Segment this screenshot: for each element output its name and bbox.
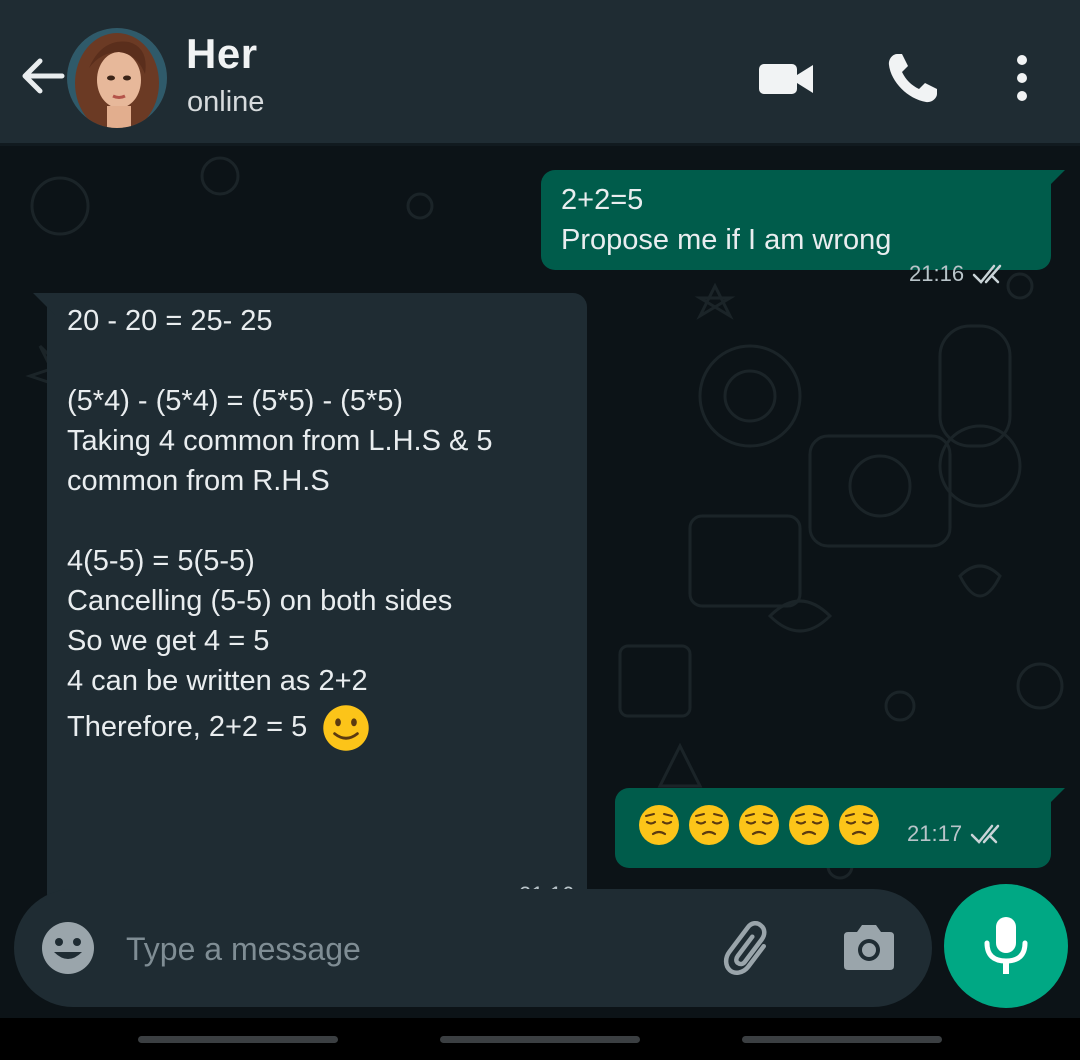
nav-handle[interactable] bbox=[440, 1036, 640, 1043]
nav-handle[interactable] bbox=[138, 1036, 338, 1043]
message-line: So we get 4 = 5 bbox=[67, 625, 270, 657]
pensive-face-icon bbox=[689, 805, 729, 845]
voice-call-icon[interactable] bbox=[883, 48, 943, 108]
message-line: common from R.H.S bbox=[67, 465, 330, 497]
message-line: Therefore, 2+2 = 5 bbox=[67, 711, 308, 743]
read-receipt-icon bbox=[970, 824, 1000, 844]
nav-handle[interactable] bbox=[742, 1036, 942, 1043]
back-arrow-icon[interactable] bbox=[18, 52, 66, 100]
more-options-icon[interactable] bbox=[992, 48, 1052, 108]
message-line: Taking 4 common from L.H.S & 5 bbox=[67, 425, 493, 457]
incoming-message[interactable]: 20 - 20 = 25- 25 (5*4) - (5*4) = (5*5) -… bbox=[33, 293, 587, 908]
attachment-icon[interactable] bbox=[720, 918, 782, 980]
system-navigation-bar bbox=[0, 1018, 1080, 1060]
message-line-blank bbox=[67, 501, 493, 541]
message-meta: 21:16 bbox=[909, 254, 1012, 294]
bubble-tail bbox=[1043, 170, 1065, 192]
microphone-icon bbox=[984, 917, 1028, 974]
chat-area[interactable]: 2+2=5 Propose me if I am wrong 21:16 20 … bbox=[0, 146, 1080, 1018]
message-text: 2+2=5 bbox=[561, 184, 644, 216]
pensive-face-icon bbox=[639, 805, 679, 845]
message-body: 20 - 20 = 25- 25 (5*4) - (5*4) = (5*5) -… bbox=[67, 301, 493, 753]
contact-name[interactable]: Her bbox=[186, 30, 258, 78]
message-meta: 21:17 bbox=[907, 814, 1010, 854]
message-line-blank bbox=[67, 341, 493, 381]
message-line: (5*4) - (5*4) = (5*5) - (5*5) bbox=[67, 385, 404, 417]
message-input[interactable] bbox=[124, 923, 688, 975]
camera-icon[interactable] bbox=[840, 922, 898, 974]
emoji-icon[interactable] bbox=[40, 920, 96, 976]
message-line: 4(5-5) = 5(5-5) bbox=[67, 545, 255, 577]
message-time: 21:17 bbox=[907, 821, 963, 846]
message-text: Propose me if I am wrong bbox=[561, 224, 892, 256]
pensive-face-icon bbox=[789, 805, 829, 845]
contact-status: online bbox=[187, 86, 265, 118]
read-receipt-icon bbox=[972, 264, 1002, 284]
avatar[interactable] bbox=[67, 28, 167, 128]
bubble-tail bbox=[33, 293, 55, 315]
pensive-face-icon bbox=[839, 805, 879, 845]
message-line-last: Therefore, 2+2 = 5 bbox=[67, 701, 493, 753]
outgoing-message[interactable]: 21:17 bbox=[615, 788, 1065, 868]
video-call-icon[interactable] bbox=[756, 48, 816, 108]
voice-message-button[interactable] bbox=[944, 884, 1068, 1008]
emoji-row bbox=[637, 803, 881, 847]
message-time: 21:16 bbox=[909, 261, 965, 286]
message-line: 20 - 20 = 25- 25 bbox=[67, 305, 273, 337]
bubble-tail bbox=[1043, 788, 1065, 810]
pensive-face-icon bbox=[739, 805, 779, 845]
message-line: 4 can be written as 2+2 bbox=[67, 665, 368, 697]
slightly-smiling-face-icon bbox=[323, 705, 370, 752]
message-line: Cancelling (5-5) on both sides bbox=[67, 585, 453, 617]
outgoing-message[interactable]: 2+2=5 Propose me if I am wrong 21:16 bbox=[541, 170, 1065, 286]
message-composer bbox=[14, 889, 932, 1007]
chat-header: Her online bbox=[0, 0, 1080, 146]
